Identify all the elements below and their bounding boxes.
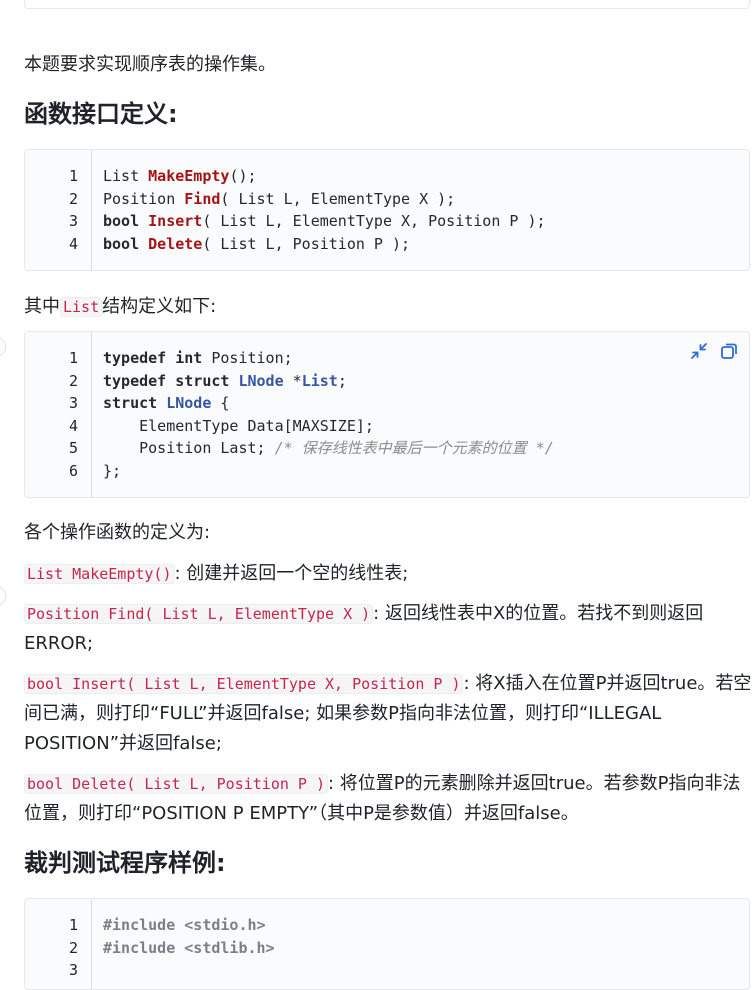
line-number: 1 (68, 167, 78, 185)
code-token: ( List L, Position P ); (202, 234, 411, 253)
code-token: Position; (211, 349, 293, 367)
code-token: * (292, 371, 302, 390)
line-number: 5 (68, 439, 78, 458)
code-text: typedef struct LNode *List; (103, 370, 347, 393)
code-token: Insert (148, 212, 203, 231)
code-token: Position (103, 189, 185, 208)
code-token: ( List L, ElementType X ); (220, 189, 456, 208)
struct-intro-code: List (60, 297, 103, 317)
code-line: 6}; (25, 460, 749, 483)
code-token: /* 保存线性表中最后一个元素的位置 */ (274, 439, 554, 458)
code-text: ElementType Data[MAXSIZE]; (103, 415, 374, 438)
line-number: 6 (68, 461, 78, 480)
code-token: bool (103, 234, 149, 253)
code-text: #include <stdio.h> (103, 914, 266, 937)
struct-intro: 其中 List 结构定义如下: (24, 292, 752, 322)
code-line: 3 struct LNode { (25, 392, 749, 415)
code-token: ( List L, ElementType X, Position P ); (202, 212, 546, 231)
code-text: struct LNode { (103, 392, 229, 415)
code-token: { (220, 394, 230, 413)
code-toolbar (689, 341, 739, 361)
code-text: List MakeEmpty(); (103, 165, 257, 188)
code-line: 3 (25, 959, 749, 982)
margin-marker (0, 337, 6, 357)
line-number: 3 (68, 394, 78, 413)
struct-intro-after: 结构定义如下: (102, 296, 217, 317)
test-code: 1 #include <stdio.h> 2 #include <stdlib.h> 3 (25, 914, 749, 982)
line-number: 2 (68, 938, 78, 957)
heading-test-program: 裁判测试程序样例: (24, 849, 226, 877)
code-token: MakeEmpty (148, 167, 230, 185)
code-token: (); (229, 167, 257, 185)
code-token: typedef (103, 349, 176, 367)
code-text: Position Find( List L, ElementType X ); (103, 188, 455, 211)
code-line: 2 #include <stdlib.h> (25, 937, 749, 960)
line-number: 4 (68, 416, 78, 435)
code-token: }; (103, 461, 122, 480)
op-insert: bool Insert( List L, ElementType X, Posi… (24, 669, 752, 759)
line-number: 1 (68, 349, 78, 367)
code-text: typedef int Position; (103, 347, 293, 370)
line-number: 2 (68, 189, 78, 208)
code-token: struct (103, 394, 167, 413)
op-find: Position Find( List L, ElementType X ): … (24, 599, 752, 659)
line-number: 2 (68, 371, 78, 390)
copy-icon[interactable] (719, 341, 739, 361)
test-code-block[interactable]: 1 #include <stdio.h> 2 #include <stdlib.h> 3 (24, 898, 750, 990)
code-line: 4 bool Delete( List L, Position P ); (25, 233, 749, 256)
code-token: LNode (166, 394, 221, 413)
code-text: }; (103, 460, 121, 483)
code-text: Position Last; /* 保存线性表中最后一个元素的位置 */ (103, 437, 554, 460)
code-token: ; (337, 371, 347, 390)
line-number: 3 (68, 212, 78, 231)
code-token: Position Last; (103, 439, 275, 458)
code-line: 1 typedef int Position; (25, 347, 749, 370)
line-number: 1 (68, 916, 78, 934)
interface-code-block[interactable]: 1 List MakeEmpty(); 2 Position Find( List L… (24, 149, 750, 271)
struct-intro-before: 其中 (24, 296, 60, 317)
code-line: 2 typedef struct LNode *List; (25, 370, 749, 393)
op-code: Position Find( List L, ElementType X ) (24, 604, 374, 624)
problem-intro: 本题要求实现顺序表的操作集。 (24, 54, 276, 75)
code-token: int (175, 349, 212, 367)
op-code: bool Delete( List L, Position P ) (24, 774, 329, 794)
code-token: LNode (238, 371, 293, 390)
collapse-arrows-icon[interactable] (689, 341, 709, 361)
op-code: List MakeEmpty() (24, 564, 175, 584)
code-line: 4 ElementType Data[MAXSIZE]; (25, 415, 749, 438)
code-token: ElementType Data[MAXSIZE]; (103, 416, 374, 435)
op-delete: bool Delete( List L, Position P ): 将位置P的… (24, 769, 752, 829)
code-token: bool (103, 212, 149, 231)
code-token: Find (184, 189, 221, 208)
code-token: #include <stdio.h> (103, 916, 266, 934)
code-line: 3 bool Insert( List L, ElementType X, Pos… (25, 210, 749, 233)
margin-marker (0, 586, 6, 606)
code-token: List (103, 167, 149, 185)
code-token: struct (175, 371, 239, 390)
struct-code-block[interactable]: 1 typedef int Position; 2 typedef struct LN… (24, 331, 750, 498)
struct-code: 1 typedef int Position; 2 typedef struct LN… (25, 347, 749, 483)
line-number: 4 (68, 234, 78, 253)
code-line: 1 List MakeEmpty(); (25, 165, 749, 188)
op-make-empty: List MakeEmpty(): 创建并返回一个空的线性表; (24, 559, 752, 589)
interface-code: 1 List MakeEmpty(); 2 Position Find( List L… (25, 165, 749, 255)
code-text: #include <stdlib.h> (103, 937, 275, 960)
previous-panel (24, 0, 750, 9)
op-desc: : 创建并返回一个空的线性表; (174, 563, 409, 584)
code-token: #include <stdlib.h> (103, 938, 275, 957)
code-text: bool Delete( List L, Position P ); (103, 233, 410, 256)
ops-intro: 各个操作函数的定义为: (24, 522, 211, 543)
code-line: 1 #include <stdio.h> (25, 914, 749, 937)
code-text: bool Insert( List L, ElementType X, Posi… (103, 210, 546, 233)
code-token: List (301, 371, 338, 390)
op-code: bool Insert( List L, ElementType X, Posi… (24, 674, 464, 694)
code-token: Delete (148, 234, 203, 253)
heading-function-interface: 函数接口定义: (24, 100, 178, 128)
line-number: 3 (68, 961, 78, 980)
code-token: typedef (103, 371, 176, 390)
code-line: 5 Position Last; /* 保存线性表中最后一个元素的位置 */ (25, 437, 749, 460)
code-line: 2 Position Find( List L, ElementType X ); (25, 188, 749, 211)
